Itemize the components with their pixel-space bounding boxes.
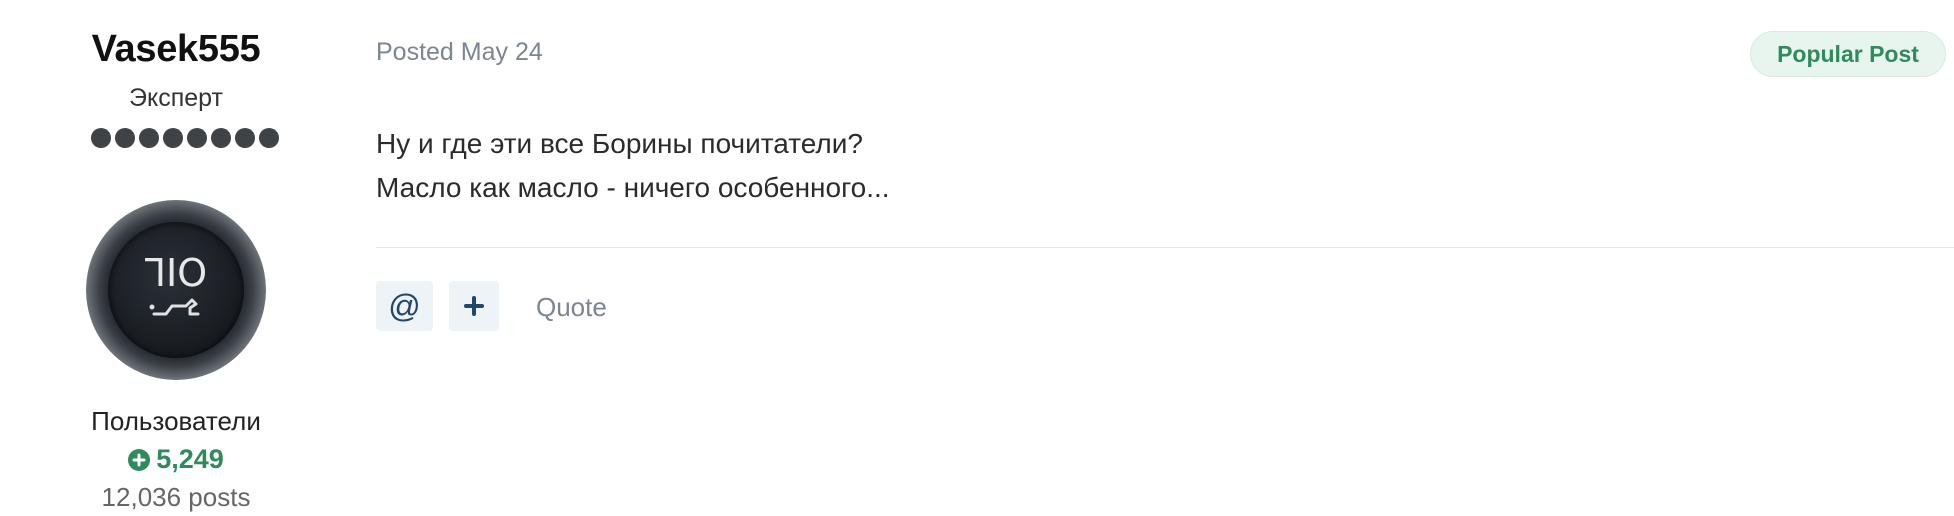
at-sign-icon: @ <box>388 287 421 324</box>
multiquote-button[interactable] <box>449 281 499 331</box>
rank-pip <box>115 128 135 148</box>
rank-pip <box>259 128 279 148</box>
plus-circle-icon <box>128 448 151 471</box>
rank-pip <box>211 128 231 148</box>
author-group: Пользователи <box>91 406 261 436</box>
rank-pip <box>139 128 159 148</box>
rank-pip <box>187 128 207 148</box>
quote-button[interactable]: Quote <box>536 292 607 323</box>
avatar[interactable]: OIL <box>86 200 266 380</box>
avatar-text: OIL <box>145 249 207 293</box>
rank-pips <box>91 128 279 148</box>
plus-icon <box>464 296 484 316</box>
oil-can-icon: OIL <box>145 249 207 316</box>
rank-pip <box>163 128 183 148</box>
rank-pip <box>235 128 255 148</box>
post-date[interactable]: Posted May 24 <box>376 38 543 67</box>
author-rank: Эксперт <box>129 84 223 112</box>
rank-pip <box>91 128 111 148</box>
divider <box>376 247 1954 248</box>
post-container: Vasek555 Эксперт OIL Пользователи 5,249 … <box>0 0 1954 516</box>
author-username[interactable]: Vasek555 <box>0 28 352 71</box>
post-line: Масло как масло - ничего особенного... <box>376 172 890 203</box>
popular-post-badge: Popular Post <box>1750 31 1946 77</box>
author-post-count: 12,036 posts <box>101 482 251 512</box>
post-line: Ну и где эти все Борины почитатели? <box>376 128 863 159</box>
reputation-value: 5,249 <box>156 444 224 474</box>
reputation-badge[interactable]: 5,249 <box>0 444 352 475</box>
post-body: Ну и где эти все Борины почитатели? Масл… <box>376 122 890 210</box>
mention-button[interactable]: @ <box>376 281 433 331</box>
